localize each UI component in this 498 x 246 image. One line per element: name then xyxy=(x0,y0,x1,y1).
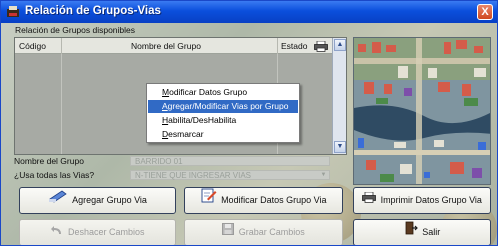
grid-divider xyxy=(61,54,62,154)
grabar-cambios-button[interactable]: Grabar Cambios xyxy=(184,219,343,245)
deshacer-cambios-button[interactable]: Deshacer Cambios xyxy=(19,219,176,245)
edit-document-icon xyxy=(201,188,217,213)
imprimir-grupo-via-label: Imprimir Datos Grupo Via xyxy=(380,195,482,205)
menu-item-agregar-vias[interactable]: Agregar/Modificar Vias por Grupo xyxy=(148,100,298,113)
close-button[interactable]: X xyxy=(477,4,493,20)
agregar-grupo-via-label: Agregar Grupo Via xyxy=(72,195,147,205)
usa-vias-label: ¿Usa todas las Vias? xyxy=(14,170,95,180)
grid-vertical-scrollbar[interactable]: ▲ ▼ xyxy=(332,38,346,154)
nombre-grupo-field[interactable]: BARRIDO 01 xyxy=(130,156,330,166)
modificar-grupo-via-label: Modificar Datos Grupo Via xyxy=(221,195,327,205)
printer-icon[interactable] xyxy=(314,40,328,52)
menu-item-modificar-datos[interactable]: Modificar Datos Grupo xyxy=(148,86,298,99)
salir-label: Salir xyxy=(422,227,441,237)
usa-vias-value: N-TIENE QUE INGRESAR VIAS xyxy=(135,171,252,180)
window-title: Relación de Grupos-Vias xyxy=(25,5,161,17)
column-header-nombre[interactable]: Nombre del Grupo xyxy=(131,41,201,51)
main-window: Relación de Grupos-Vias X Relación de Gr… xyxy=(0,0,498,246)
column-header-codigo[interactable]: Código xyxy=(19,41,46,51)
city-map-image xyxy=(353,37,491,185)
scroll-down-arrow-icon[interactable]: ▼ xyxy=(334,141,346,153)
imprimir-grupo-via-button[interactable]: Imprimir Datos Grupo Via xyxy=(353,187,491,214)
exit-door-icon xyxy=(404,220,418,245)
app-icon xyxy=(6,5,20,18)
nombre-grupo-label: Nombre del Grupo xyxy=(14,156,84,166)
printer-icon xyxy=(362,188,376,213)
chevron-down-icon[interactable]: ▼ xyxy=(319,171,328,179)
menu-item-label: Modificar Datos Grupo xyxy=(162,87,248,97)
column-header-estado[interactable]: Estado xyxy=(281,41,307,51)
deshacer-cambios-label: Deshacer Cambios xyxy=(67,227,145,237)
save-disk-icon xyxy=(222,220,235,245)
salir-button[interactable]: Salir xyxy=(353,219,491,245)
context-menu: Modificar Datos Grupo Agregar/Modificar … xyxy=(146,83,300,143)
menu-item-habilita[interactable]: Habilita/DesHabilita xyxy=(148,114,298,127)
grabar-cambios-label: Grabar Cambios xyxy=(238,227,305,237)
usa-vias-select[interactable]: N-TIENE QUE INGRESAR VIAS ▼ xyxy=(130,170,330,180)
grid-header: Código Nombre del Grupo Estado xyxy=(15,38,333,54)
menu-item-desmarcar[interactable]: Desmarcar xyxy=(148,128,298,141)
modificar-grupo-via-button[interactable]: Modificar Datos Grupo Via xyxy=(184,187,343,214)
title-bar: Relación de Grupos-Vias X xyxy=(1,1,497,23)
agregar-grupo-via-button[interactable]: Agregar Grupo Via xyxy=(19,187,176,214)
groups-panel-label: Relación de Grupos disponibles xyxy=(15,25,136,35)
undo-icon xyxy=(50,220,63,245)
menu-item-label: Habilita/DesHabilita xyxy=(162,115,237,125)
scroll-up-arrow-icon[interactable]: ▲ xyxy=(334,39,346,51)
menu-item-label: Desmarcar xyxy=(162,129,204,139)
menu-item-label: Agregar/Modificar Vias por Grupo xyxy=(162,101,289,111)
add-document-icon xyxy=(48,188,68,213)
